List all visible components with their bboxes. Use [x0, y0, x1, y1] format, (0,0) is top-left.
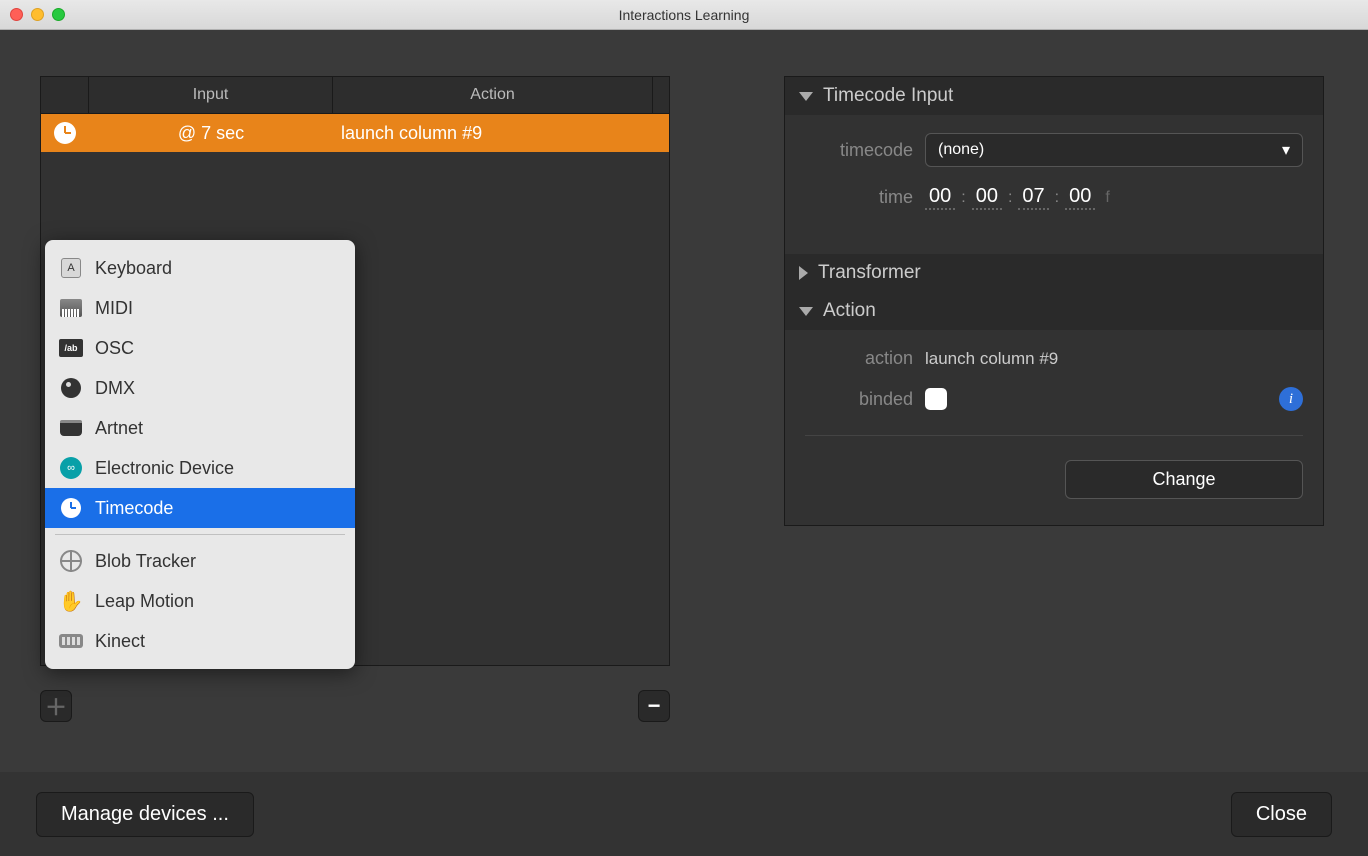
col-input: Input [89, 77, 333, 113]
dmx-icon [61, 378, 81, 398]
inspector-panel: Timecode Input timecode (none) ▾ time 00… [784, 76, 1324, 526]
chevron-down-icon [799, 92, 813, 101]
close-button[interactable]: Close [1231, 792, 1332, 837]
window-title: Interactions Learning [0, 7, 1368, 23]
popup-item-midi[interactable]: MIDI [45, 288, 355, 328]
popup-item-electronic[interactable]: ∞Electronic Device [45, 448, 355, 488]
col-spacer [653, 77, 669, 113]
section-transformer-header[interactable]: Transformer [785, 254, 1323, 292]
timecode-label: timecode [805, 140, 925, 161]
artnet-icon [60, 420, 82, 436]
clock-icon [54, 122, 76, 144]
remove-button[interactable]: − [638, 690, 670, 722]
popup-item-keyboard[interactable]: AKeyboard [45, 248, 355, 288]
keyboard-icon: A [61, 258, 81, 278]
divider [805, 435, 1303, 436]
col-action: Action [333, 77, 653, 113]
row-action: launch column #9 [333, 123, 653, 144]
electronic-icon: ∞ [60, 457, 82, 479]
col-icon [41, 77, 89, 113]
row-input: @ 7 sec [89, 123, 333, 144]
change-button[interactable]: Change [1065, 460, 1303, 499]
info-icon[interactable]: i [1279, 387, 1303, 411]
popup-item-osc[interactable]: /abOSC [45, 328, 355, 368]
time-input[interactable]: 00: 00: 07: 00 f [925, 185, 1303, 210]
timecode-icon [61, 498, 81, 518]
popup-item-leap[interactable]: ✋Leap Motion [45, 581, 355, 621]
binded-checkbox[interactable] [925, 388, 947, 410]
action-value: launch column #9 [925, 349, 1058, 369]
manage-devices-button[interactable]: Manage devices ... [36, 792, 254, 837]
kinect-icon [59, 634, 83, 648]
binded-label: binded [805, 389, 925, 410]
time-label: time [805, 187, 925, 208]
leap-icon: ✋ [59, 589, 84, 614]
chevron-right-icon [799, 266, 808, 280]
midi-icon [60, 299, 82, 317]
osc-icon: /ab [59, 339, 83, 357]
table-row[interactable]: @ 7 sec launch column #9 [41, 114, 669, 152]
popup-item-artnet[interactable]: Artnet [45, 408, 355, 448]
timecode-dropdown[interactable]: (none) ▾ [925, 133, 1303, 167]
section-timecode-header[interactable]: Timecode Input [785, 77, 1323, 115]
minus-icon: − [648, 693, 661, 719]
add-button[interactable]: ＋ [40, 690, 72, 722]
popup-item-kinect[interactable]: Kinect [45, 621, 355, 661]
blob-icon [60, 550, 82, 572]
popup-item-dmx[interactable]: DMX [45, 368, 355, 408]
plus-icon: ＋ [45, 690, 67, 722]
action-label: action [805, 348, 925, 369]
input-type-popup: AKeyboard MIDI /abOSC DMX Artnet ∞Electr… [45, 240, 355, 669]
footer: Manage devices ... Close [0, 772, 1368, 856]
section-action-header[interactable]: Action [785, 292, 1323, 330]
titlebar: Interactions Learning [0, 0, 1368, 30]
separator [55, 534, 345, 535]
popup-item-timecode[interactable]: Timecode [45, 488, 355, 528]
popup-item-blob[interactable]: Blob Tracker [45, 541, 355, 581]
chevron-down-icon: ▾ [1282, 140, 1290, 160]
chevron-down-icon [799, 307, 813, 316]
